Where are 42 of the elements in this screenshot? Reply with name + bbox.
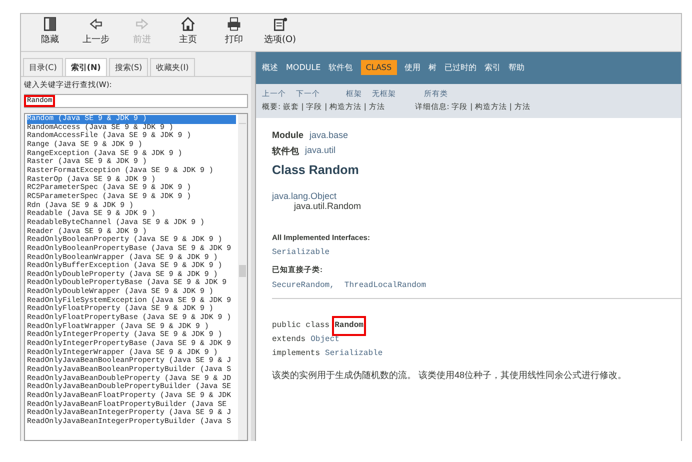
hide-pane-icon	[42, 16, 58, 32]
class-name: Random	[334, 319, 364, 333]
module-label: Module	[272, 130, 304, 140]
subclass-link[interactable]: SecureRandom,	[272, 281, 334, 290]
toolbar-button[interactable]: 打印	[213, 16, 255, 49]
object-link[interactable]: Object	[310, 333, 340, 347]
declaration-text: public class	[272, 320, 330, 332]
toolbar-button[interactable]: 选项(O)	[259, 16, 301, 49]
nav-link[interactable]: 树	[428, 60, 437, 75]
nav-link[interactable]: 使用	[404, 60, 421, 75]
nav-link[interactable]: 已过时的	[444, 60, 477, 75]
superclass-link[interactable]: java.lang.Object	[272, 191, 665, 201]
toolbar-button[interactable]: 隐藏	[29, 16, 71, 49]
implements-keyword: implements	[272, 348, 320, 360]
nav-link[interactable]: MODULE	[286, 61, 321, 74]
nav-link[interactable]: 概述	[262, 60, 278, 75]
package-link[interactable]: java.util	[305, 145, 336, 158]
home-icon	[180, 16, 196, 32]
nav-link[interactable]: 帮助	[508, 60, 525, 75]
interface-link[interactable]: Serializable	[272, 248, 665, 257]
printer-icon	[226, 16, 242, 32]
toolbar-button[interactable]: 主页	[167, 16, 209, 49]
sidebar-tab[interactable]: 收藏夹(I)	[150, 58, 195, 76]
description-text: 该类的实例用于生成伪随机数的流。 该类使用48位种子，其使用线性同余公式进行修改。	[272, 369, 628, 382]
nav-link[interactable]: CLASS	[360, 60, 397, 75]
module-name[interactable]: java.base	[310, 130, 348, 140]
options-icon	[272, 16, 288, 32]
subclass-link[interactable]: ThreadLocalRandom	[344, 281, 426, 290]
sidebar-tab[interactable]: 搜索(S)	[108, 58, 148, 76]
scroll-thumb[interactable]	[239, 265, 246, 277]
interface-link[interactable]: Serializable	[325, 347, 383, 361]
package-label: 软件包	[272, 145, 299, 158]
back-arrow-icon	[88, 16, 104, 32]
sidebar-tab[interactable]: 索引(N)	[64, 58, 107, 76]
sidebar-tab[interactable]: 目录(C)	[23, 58, 63, 76]
forward-arrow-icon	[134, 16, 150, 32]
class-name: java.util.Random	[292, 201, 362, 211]
nav-link[interactable]: 索引	[484, 60, 501, 75]
extends-keyword: extends	[272, 334, 306, 346]
nav-link[interactable]: 软件包	[328, 60, 353, 75]
class-title: Class Random	[272, 163, 360, 177]
toolbar-button[interactable]: 上一步	[75, 16, 117, 49]
